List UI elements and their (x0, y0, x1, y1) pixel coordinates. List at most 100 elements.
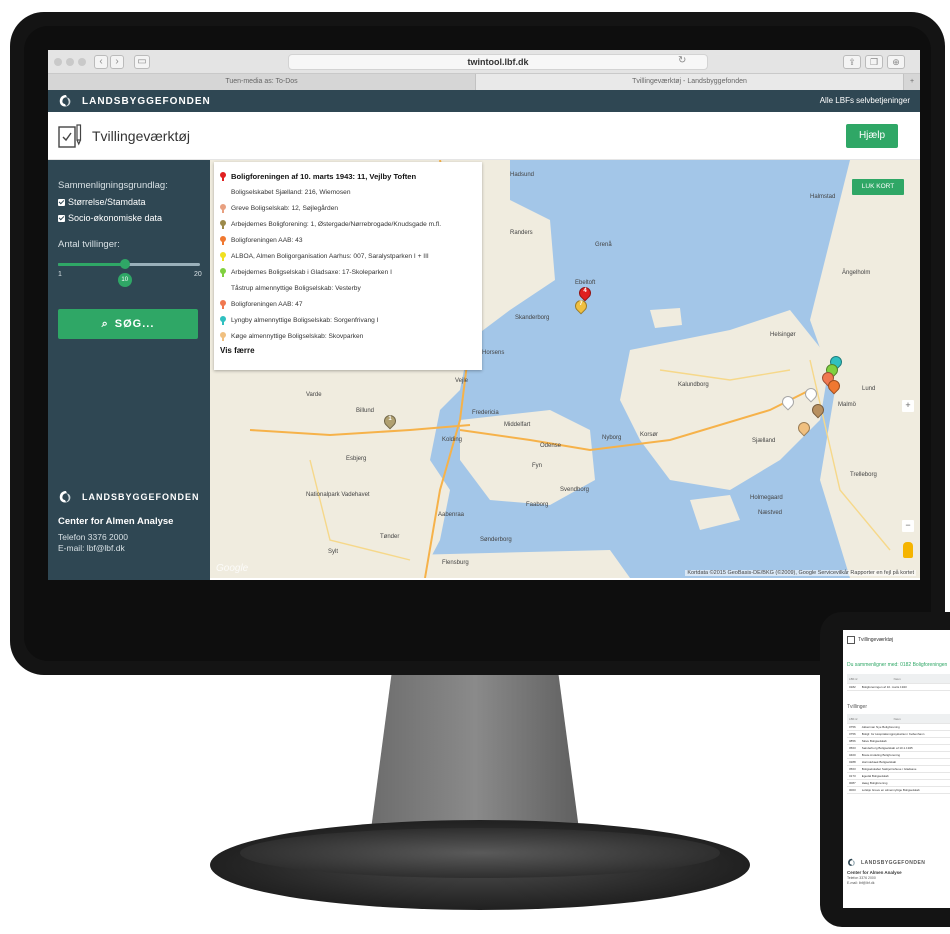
download-icon[interactable]: ⊕ (887, 55, 905, 69)
sidebar-toggle-icon[interactable]: ▭ (134, 55, 150, 69)
map-marker[interactable] (802, 385, 820, 405)
place-label: Malmö (838, 402, 857, 408)
legend-item[interactable]: Boligforeningen AAB: 47 (220, 296, 476, 312)
browser-toolbar: ‹ › ▭ twintool.lbf.dk ↻ ⇪ ❐ ⊕ (48, 50, 920, 74)
reload-icon[interactable]: ↻ (678, 55, 686, 66)
legend-item[interactable]: ALBOA, Almen Boligorganisation Aarhus: 0… (220, 248, 476, 264)
table-row: 0182 Boligforeningen af 10. marts 1943 (847, 684, 950, 691)
table-cell: Egedal Boligselskab (861, 774, 889, 778)
legend-item-label: Boligselskabet Sjælland: 216, Wiemosen (231, 188, 351, 196)
legend-item[interactable]: Boligforeningen af 10. marts 1943: 11, V… (220, 168, 476, 184)
map-marker[interactable] (809, 401, 827, 421)
legend-item[interactable]: Lyngby almennyttige Boligselskab: Sorgen… (220, 312, 476, 328)
place-label: Odense (540, 443, 562, 449)
place-label: Holmegaard (750, 495, 783, 501)
new-tab-icon[interactable]: + (904, 74, 920, 90)
size-checkbox[interactable]: Størrelse/Stamdata (58, 197, 146, 207)
browser-tab[interactable]: Tuen-media as: To-Dos (48, 74, 476, 90)
table-cell: 0856 (849, 739, 856, 743)
legend-item[interactable]: Greve Boligselskab: 12, Søjlegården (220, 200, 476, 216)
twin-tool-icon (58, 124, 82, 148)
map-pin-icon (220, 267, 226, 277)
checkbox-checked-icon[interactable] (58, 198, 65, 206)
table-cell: Hornslebaek Boligselskab (861, 760, 897, 764)
checkbox-checked-icon[interactable] (58, 214, 65, 222)
map-view[interactable]: Boligforeningen af 10. marts 1943: 11, V… (210, 160, 920, 578)
address-bar[interactable]: twintool.lbf.dk (288, 54, 708, 70)
table-cell: 0756 (849, 732, 856, 736)
socio-checkbox[interactable]: Socio-økonomiske data (58, 213, 162, 223)
brand-name[interactable]: LANDSBYGGEFONDEN (82, 96, 211, 107)
map-zoom-out-icon[interactable]: − (902, 520, 914, 532)
tablet-header: Tvillingeværktøj (847, 636, 893, 644)
street-view-icon[interactable] (903, 542, 913, 558)
map-pin-icon (220, 315, 226, 325)
table-cell: 0173 (849, 774, 856, 778)
place-label: Nationalpark Vadehavet (306, 492, 370, 498)
table-cell: Høeg Boligforening (861, 781, 888, 785)
search-icon: ⌕ (101, 318, 109, 330)
map-pin-icon (220, 171, 226, 181)
map-attribution[interactable]: Kortdata ©2015 GeoBasis-DE/BKG (©2009), … (685, 570, 916, 576)
place-label: Randers (510, 230, 533, 236)
legend-item-label: Greve Boligselskab: 12, Søjlegården (231, 204, 339, 212)
search-button[interactable]: ⌕ SØG... (58, 309, 198, 339)
table-row: 0288 Hornslebaek Boligselskab (847, 759, 950, 766)
place-label: Billund (356, 408, 375, 414)
table-row: 0003 Lolskjo Greve en almennyttige Boligs… (847, 787, 950, 794)
map-marker[interactable]: 7 (572, 297, 590, 317)
map-marker[interactable]: 1 (381, 412, 399, 432)
close-map-button[interactable]: LUK KORT (852, 179, 904, 195)
map-marker[interactable] (779, 393, 797, 413)
place-label: Nyborg (602, 435, 622, 441)
email-text: E-mail: lbf@lbf.dk (58, 543, 125, 553)
browser-tab-active[interactable]: Tvillingeværktøj - Landsbyggefonden (476, 74, 904, 90)
slider-value-bubble: 10 (117, 273, 132, 287)
table-head-cell: LBF.nr (849, 716, 858, 721)
twins-slider[interactable] (58, 259, 200, 269)
table-header: LBF.nr Navn (847, 674, 950, 684)
map-zoom-in-icon[interactable]: + (902, 400, 914, 412)
table-cell: Skive Boligselskab (861, 739, 887, 743)
slider-fill (58, 263, 125, 266)
table-cell: 0288 (849, 760, 856, 764)
back-icon[interactable]: ‹ (94, 55, 108, 69)
legend-item-label: Arbejdernes Boligselskab i Gladsaxe: 17-… (231, 268, 392, 276)
legend-item[interactable]: Køge almennyttige Boligselskab: Skovpark… (220, 328, 476, 344)
phone-text: Telefon 3376 2000 (58, 532, 128, 542)
table-head-cell: Navn (893, 676, 901, 681)
window-controls[interactable] (54, 58, 86, 66)
tablet-title: Tvillingeværktøj (858, 637, 894, 643)
slider-handle[interactable] (119, 259, 130, 269)
tablet-twins-table: LBF.nr Navn 0756 Akkerman Nye Boligforenin… (847, 714, 950, 794)
tabs-icon[interactable]: ❐ (865, 55, 883, 69)
table-cell: 0003 (849, 788, 856, 792)
place-label: Vejle (455, 378, 469, 384)
help-button[interactable]: Hjælp (846, 124, 898, 148)
comparison-basis-label: Sammenligningsgrundlag: (58, 180, 168, 191)
tablet-screen: Tvillingeværktøj Du sammenligner med: 01… (843, 630, 950, 908)
place-label: Ängelholm (842, 270, 871, 276)
tablet-twins-heading: Tvillinger (847, 704, 868, 710)
table-cell: 0182 (849, 685, 856, 689)
place-label: Sylt (328, 549, 339, 555)
forward-icon[interactable]: › (110, 55, 124, 69)
site-topnav: LANDSBYGGEFONDEN Alle LBFs selvbetjening… (48, 90, 920, 112)
share-icon[interactable]: ⇪ (843, 55, 861, 69)
legend-item-label: Boligforeningen af 10. marts 1943: 11, V… (231, 171, 417, 181)
place-label: Horsens (482, 350, 505, 356)
table-cell: 0563 (849, 746, 856, 750)
legend-item[interactable]: Boligforeningen AAB: 43 (220, 232, 476, 248)
self-service-link[interactable]: Alle LBFs selvbetjeninger (820, 96, 910, 105)
map-marker[interactable] (825, 377, 843, 397)
map-marker[interactable] (795, 419, 813, 439)
show-less-link[interactable]: Vis færre (220, 346, 476, 355)
legend-item[interactable]: Arbejdernes Boligforening: 1, Østergade/… (220, 216, 476, 232)
legend-item[interactable]: Arbejdernes Boligselskab i Gladsaxe: 17-… (220, 264, 476, 280)
legend-item[interactable]: Boligselskabet Sjælland: 216, Wiemosen (220, 184, 476, 200)
place-label: Næstved (758, 510, 783, 516)
legend-item-label: Tåstrup almennyttige Boligselskab: Veste… (231, 284, 361, 292)
table-row: 0563 Sønderborg Boligselskab af 10.1.1945 (847, 745, 950, 752)
place-label: Tønder (380, 534, 400, 540)
legend-item[interactable]: Tåstrup almennyttige Boligselskab: Veste… (220, 280, 476, 296)
